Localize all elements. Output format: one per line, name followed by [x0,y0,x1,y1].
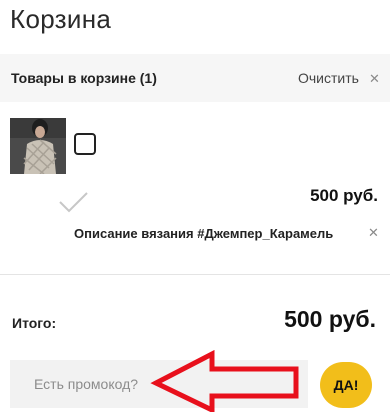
cart-header: Товары в корзине (1) Очистить ✕ [0,54,390,102]
product-price: 500 руб. [310,186,378,205]
close-icon[interactable]: ✕ [369,71,380,87]
promo-box [10,360,308,408]
check-icon [59,192,88,213]
product-name[interactable]: Описание вязания #Джемпер_Карамель [74,226,333,241]
divider [0,274,390,275]
cart-header-title: Товары в корзине (1) [11,70,157,86]
remove-item-icon[interactable]: ✕ [368,225,379,241]
total-label: Итого: [12,315,57,331]
page-title: Корзина [10,4,112,34]
total-value: 500 руб. [284,306,376,332]
promo-submit-button[interactable]: ДА! [320,362,372,408]
promo-code-input[interactable] [10,360,308,408]
clear-cart-button[interactable]: Очистить [298,70,359,86]
select-item-checkbox[interactable] [74,133,96,155]
sweater-photo-icon [10,118,66,174]
product-image[interactable] [10,118,66,174]
